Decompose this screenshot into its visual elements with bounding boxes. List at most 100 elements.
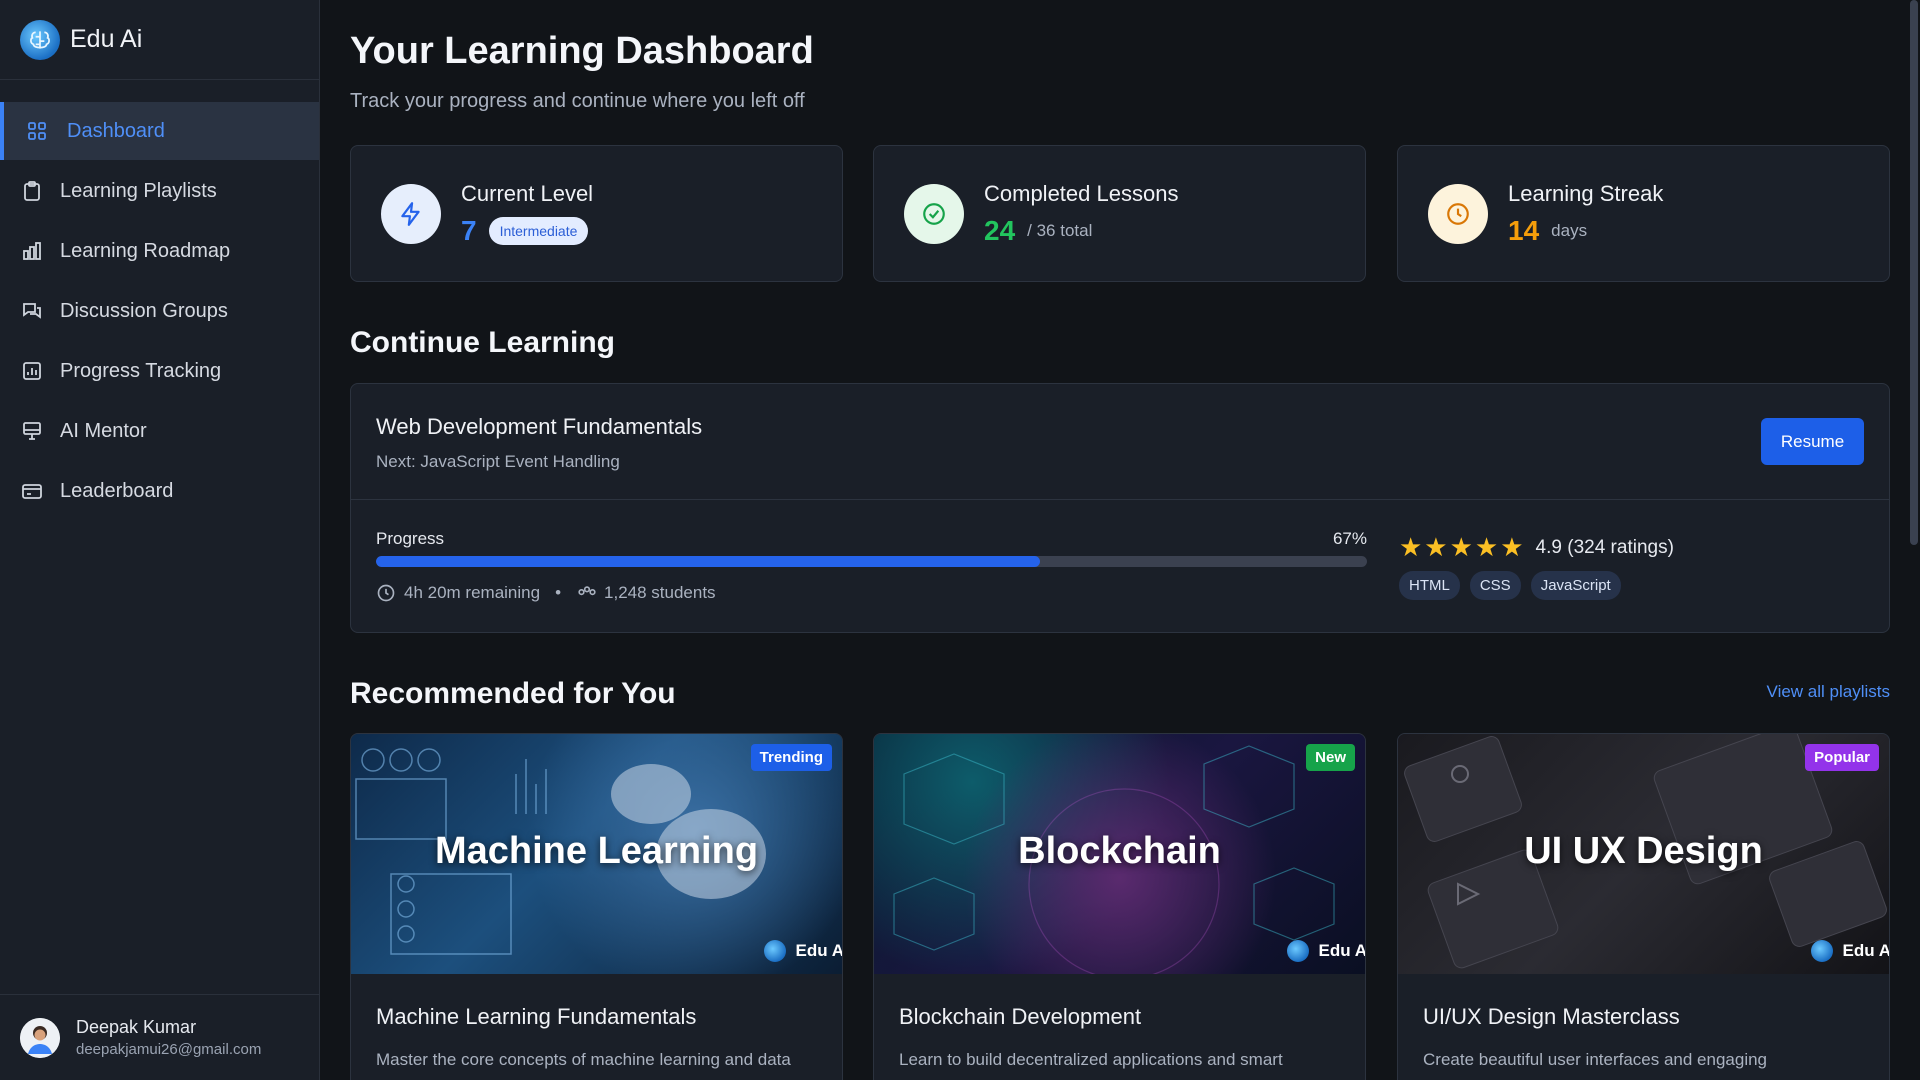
course-thumbnail: Machine Learning Trending Edu A <box>351 734 842 974</box>
edu-ai-watermark: Edu A <box>763 940 842 962</box>
grid-icon <box>25 119 49 143</box>
progress-percent: 67% <box>1332 529 1367 548</box>
course-thumbnail: UI UX Design Popular Edu A <box>1398 734 1889 974</box>
stat-title: Completed Lessons <box>984 180 1179 206</box>
stat-value: 7 <box>461 214 477 246</box>
thumbnail-title: Machine Learning <box>434 830 759 872</box>
progress-bar <box>376 556 1367 567</box>
chat-icon <box>20 299 44 323</box>
course-tags: HTML CSS JavaScript <box>1399 571 1631 600</box>
card-icon <box>20 479 44 503</box>
resume-button[interactable]: Resume <box>1761 418 1864 465</box>
course-card-title: UI/UX Design Masterclass <box>1423 1004 1680 1029</box>
sidebar-item-label: Progress Tracking <box>60 359 222 382</box>
edu-ai-watermark: Edu A <box>1286 940 1365 962</box>
course-meta: 4h 20m remaining • 1,248 students <box>376 583 716 603</box>
course-rating: ★★★★★ 4.9 (324 ratings) <box>1399 532 1674 563</box>
sidebar-item-label: Dashboard <box>67 119 165 142</box>
watermark-text: Edu A <box>1318 941 1365 960</box>
popular-badge: Popular <box>1805 744 1879 771</box>
bar-chart-icon <box>20 239 44 263</box>
tag: JavaScript <box>1530 571 1621 600</box>
avatar <box>20 1017 60 1058</box>
course-card-description: Learn to build decentralized application… <box>899 1050 1283 1069</box>
sidebar-item-label: Learning Playlists <box>60 179 217 202</box>
stat-card-lessons: Completed Lessons 24 / 36 total <box>873 145 1366 282</box>
brand[interactable]: Edu Ai <box>0 0 319 80</box>
next-lesson: Next: JavaScript Event Handling <box>376 452 620 471</box>
clipboard-icon <box>20 179 44 203</box>
tag: HTML <box>1399 571 1460 600</box>
sidebar-item-label: Learning Roadmap <box>60 239 231 262</box>
meta-separator: • <box>555 583 562 602</box>
brain-icon <box>1286 940 1309 962</box>
sidebar-item-dashboard[interactable]: Dashboard <box>0 102 319 160</box>
brain-icon <box>1810 940 1833 962</box>
scrollbar-thumb[interactable] <box>1910 0 1918 545</box>
sidebar: Edu Ai Dashboard Learning Playlists Lear… <box>0 0 320 1080</box>
recommended-title: Recommended for You <box>350 677 676 710</box>
page-subtitle: Track your progress and continue where y… <box>350 90 805 112</box>
rating-text: 4.9 (324 ratings) <box>1535 536 1674 558</box>
progress-bar-fill <box>376 556 1040 567</box>
watermark-text: Edu A <box>1842 941 1889 960</box>
students-icon <box>576 583 598 603</box>
clock-icon <box>376 583 396 603</box>
course-thumbnail: Blockchain New Edu A <box>874 734 1365 974</box>
user-name: Deepak Kumar <box>76 1017 197 1037</box>
user-email: deepakjamui26@gmail.com <box>76 1041 262 1058</box>
new-badge: New <box>1306 744 1355 771</box>
stat-title: Learning Streak <box>1508 180 1664 206</box>
chart-icon <box>20 359 44 383</box>
stat-card-streak: Learning Streak 14 days <box>1397 145 1890 282</box>
sidebar-item-label: AI Mentor <box>60 419 147 442</box>
course-card-machine-learning[interactable]: Machine Learning Trending Edu A Machine … <box>350 733 843 1080</box>
user-profile[interactable]: Deepak Kumar deepakjamui26@gmail.com <box>0 994 320 1080</box>
course-card-ui-ux-design[interactable]: UI UX Design Popular Edu A UI/UX Design … <box>1397 733 1890 1080</box>
stat-value: 14 <box>1508 214 1540 246</box>
sidebar-item-label: Leaderboard <box>60 479 174 502</box>
course-title: Web Development Fundamentals <box>376 414 703 439</box>
stat-value: 24 <box>984 214 1016 246</box>
sidebar-item-discussion-groups[interactable]: Discussion Groups <box>0 282 319 340</box>
tag: CSS <box>1469 571 1521 600</box>
brain-icon <box>763 940 786 962</box>
course-card-title: Machine Learning Fundamentals <box>376 1004 697 1029</box>
sidebar-item-learning-roadmap[interactable]: Learning Roadmap <box>0 222 319 280</box>
star-rating-icon: ★★★★★ <box>1399 532 1526 562</box>
sidebar-item-leaderboard[interactable]: Leaderboard <box>0 462 319 520</box>
time-remaining: 4h 20m remaining <box>404 583 541 602</box>
stat-unit: days <box>1551 220 1588 240</box>
page-title: Your Learning Dashboard <box>350 30 814 72</box>
level-badge: Intermediate <box>488 216 589 245</box>
watermark-text: Edu A <box>795 941 842 960</box>
continue-course-card: Web Development Fundamentals Next: JavaS… <box>350 383 1890 633</box>
brain-icon <box>20 19 60 60</box>
lightning-icon <box>381 183 441 244</box>
course-card-description: Master the core concepts of machine lear… <box>376 1050 791 1069</box>
sidebar-item-learning-playlists[interactable]: Learning Playlists <box>0 162 319 220</box>
clock-icon <box>1428 183 1488 244</box>
stat-card-level: Current Level 7 Intermediate <box>350 145 843 282</box>
continue-learning-title: Continue Learning <box>350 326 615 359</box>
trending-badge: Trending <box>750 744 832 771</box>
sidebar-nav: Dashboard Learning Playlists Learning Ro… <box>0 80 319 520</box>
sidebar-item-progress-tracking[interactable]: Progress Tracking <box>0 342 319 400</box>
stats-row: Current Level 7 Intermediate Completed L… <box>350 145 1890 282</box>
check-circle-icon <box>904 183 964 244</box>
sidebar-item-ai-mentor[interactable]: AI Mentor <box>0 402 319 460</box>
monitor-icon <box>20 419 44 443</box>
course-card-blockchain[interactable]: Blockchain New Edu A Blockchain Developm… <box>873 733 1366 1080</box>
stat-unit: / 36 total <box>1027 220 1093 240</box>
progress-label: Progress <box>376 529 445 548</box>
thumbnail-title: UI UX Design <box>1524 830 1763 872</box>
students-count: 1,248 students <box>604 583 716 602</box>
brand-name: Edu Ai <box>70 25 143 53</box>
sidebar-item-label: Discussion Groups <box>60 299 228 322</box>
thumbnail-title: Blockchain <box>1018 830 1221 872</box>
course-card-title: Blockchain Development <box>899 1004 1142 1029</box>
view-all-playlists-link[interactable]: View all playlists <box>1767 682 1890 702</box>
stat-title: Current Level <box>461 180 594 206</box>
edu-ai-watermark: Edu A <box>1810 940 1889 962</box>
course-card-description: Create beautiful user interfaces and eng… <box>1423 1050 1768 1069</box>
